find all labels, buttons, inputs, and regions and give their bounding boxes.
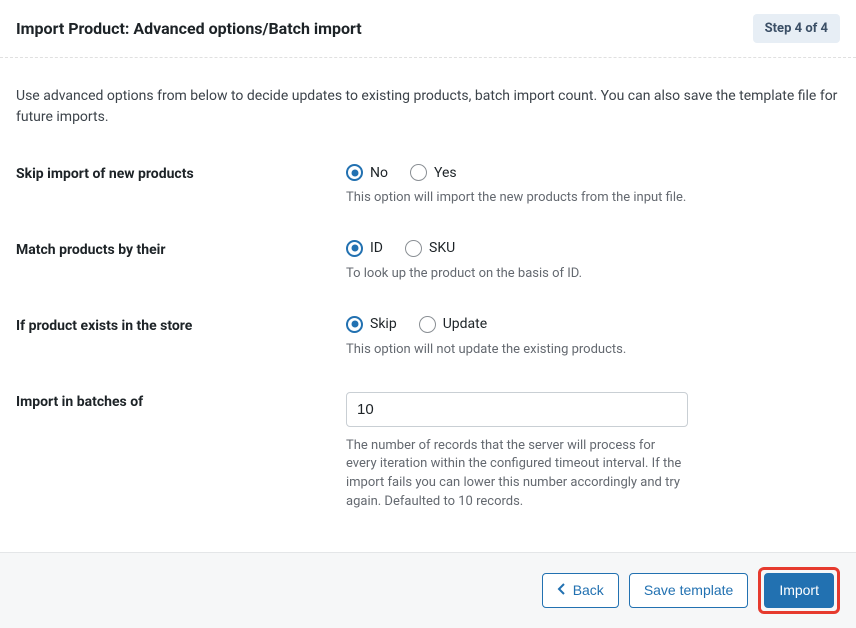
intro-text: Use advanced options from below to decid…	[0, 58, 856, 136]
field-match-by: ID SKU To look up the product on the bas…	[346, 240, 840, 284]
row-batches: Import in batches of The number of recor…	[16, 376, 840, 528]
radio-group-match-by: ID SKU	[346, 240, 840, 257]
radio-group-skip-new: No Yes	[346, 164, 840, 181]
radio-icon	[410, 164, 427, 181]
import-button-label: Import	[779, 582, 819, 599]
radio-skip-new-no[interactable]: No	[346, 164, 388, 181]
radio-exists-update[interactable]: Update	[419, 316, 487, 333]
radio-skip-new-yes[interactable]: Yes	[410, 164, 457, 181]
radio-icon	[346, 164, 363, 181]
import-button-highlight: Import	[758, 567, 840, 614]
label-batches: Import in batches of	[16, 392, 346, 410]
field-skip-new: No Yes This option will import the new p…	[346, 164, 840, 208]
save-template-label: Save template	[644, 582, 734, 599]
radio-icon	[346, 240, 363, 257]
back-button-label: Back	[573, 582, 604, 599]
radio-icon	[405, 240, 422, 257]
radio-label: ID	[370, 240, 383, 256]
save-template-button[interactable]: Save template	[629, 573, 749, 608]
radio-icon	[419, 316, 436, 333]
label-skip-new: Skip import of new products	[16, 164, 346, 182]
radio-label: Update	[443, 316, 487, 332]
radio-label: SKU	[429, 240, 455, 256]
help-skip-new: This option will import the new products…	[346, 189, 840, 208]
import-step-panel: Import Product: Advanced options/Batch i…	[0, 0, 856, 628]
header-bar: Import Product: Advanced options/Batch i…	[0, 0, 856, 58]
page-title: Import Product: Advanced options/Batch i…	[16, 19, 362, 38]
chevron-left-icon	[557, 583, 567, 597]
radio-label: No	[370, 165, 388, 181]
radio-exists-skip[interactable]: Skip	[346, 316, 397, 333]
radio-label: Skip	[370, 316, 397, 332]
radio-match-sku[interactable]: SKU	[405, 240, 455, 257]
help-match-by: To look up the product on the basis of I…	[346, 265, 840, 284]
radio-icon	[346, 316, 363, 333]
row-skip-new-products: Skip import of new products No Yes This …	[16, 148, 840, 224]
field-batches: The number of records that the server wi…	[346, 392, 840, 512]
import-button[interactable]: Import	[764, 573, 834, 608]
footer-actions: Back Save template Import	[0, 552, 856, 628]
help-batches: The number of records that the server wi…	[346, 437, 688, 512]
row-if-exists: If product exists in the store Skip Upda…	[16, 300, 840, 376]
label-if-exists: If product exists in the store	[16, 316, 346, 334]
form: Skip import of new products No Yes This …	[0, 136, 856, 552]
back-button[interactable]: Back	[542, 573, 619, 608]
radio-group-if-exists: Skip Update	[346, 316, 840, 333]
label-match-by: Match products by their	[16, 240, 346, 258]
field-if-exists: Skip Update This option will not update …	[346, 316, 840, 360]
radio-match-id[interactable]: ID	[346, 240, 383, 257]
batch-size-input[interactable]	[346, 392, 688, 427]
help-if-exists: This option will not update the existing…	[346, 341, 840, 360]
row-match-by: Match products by their ID SKU To look u…	[16, 224, 840, 300]
step-badge: Step 4 of 4	[753, 14, 840, 43]
radio-label: Yes	[434, 165, 457, 181]
